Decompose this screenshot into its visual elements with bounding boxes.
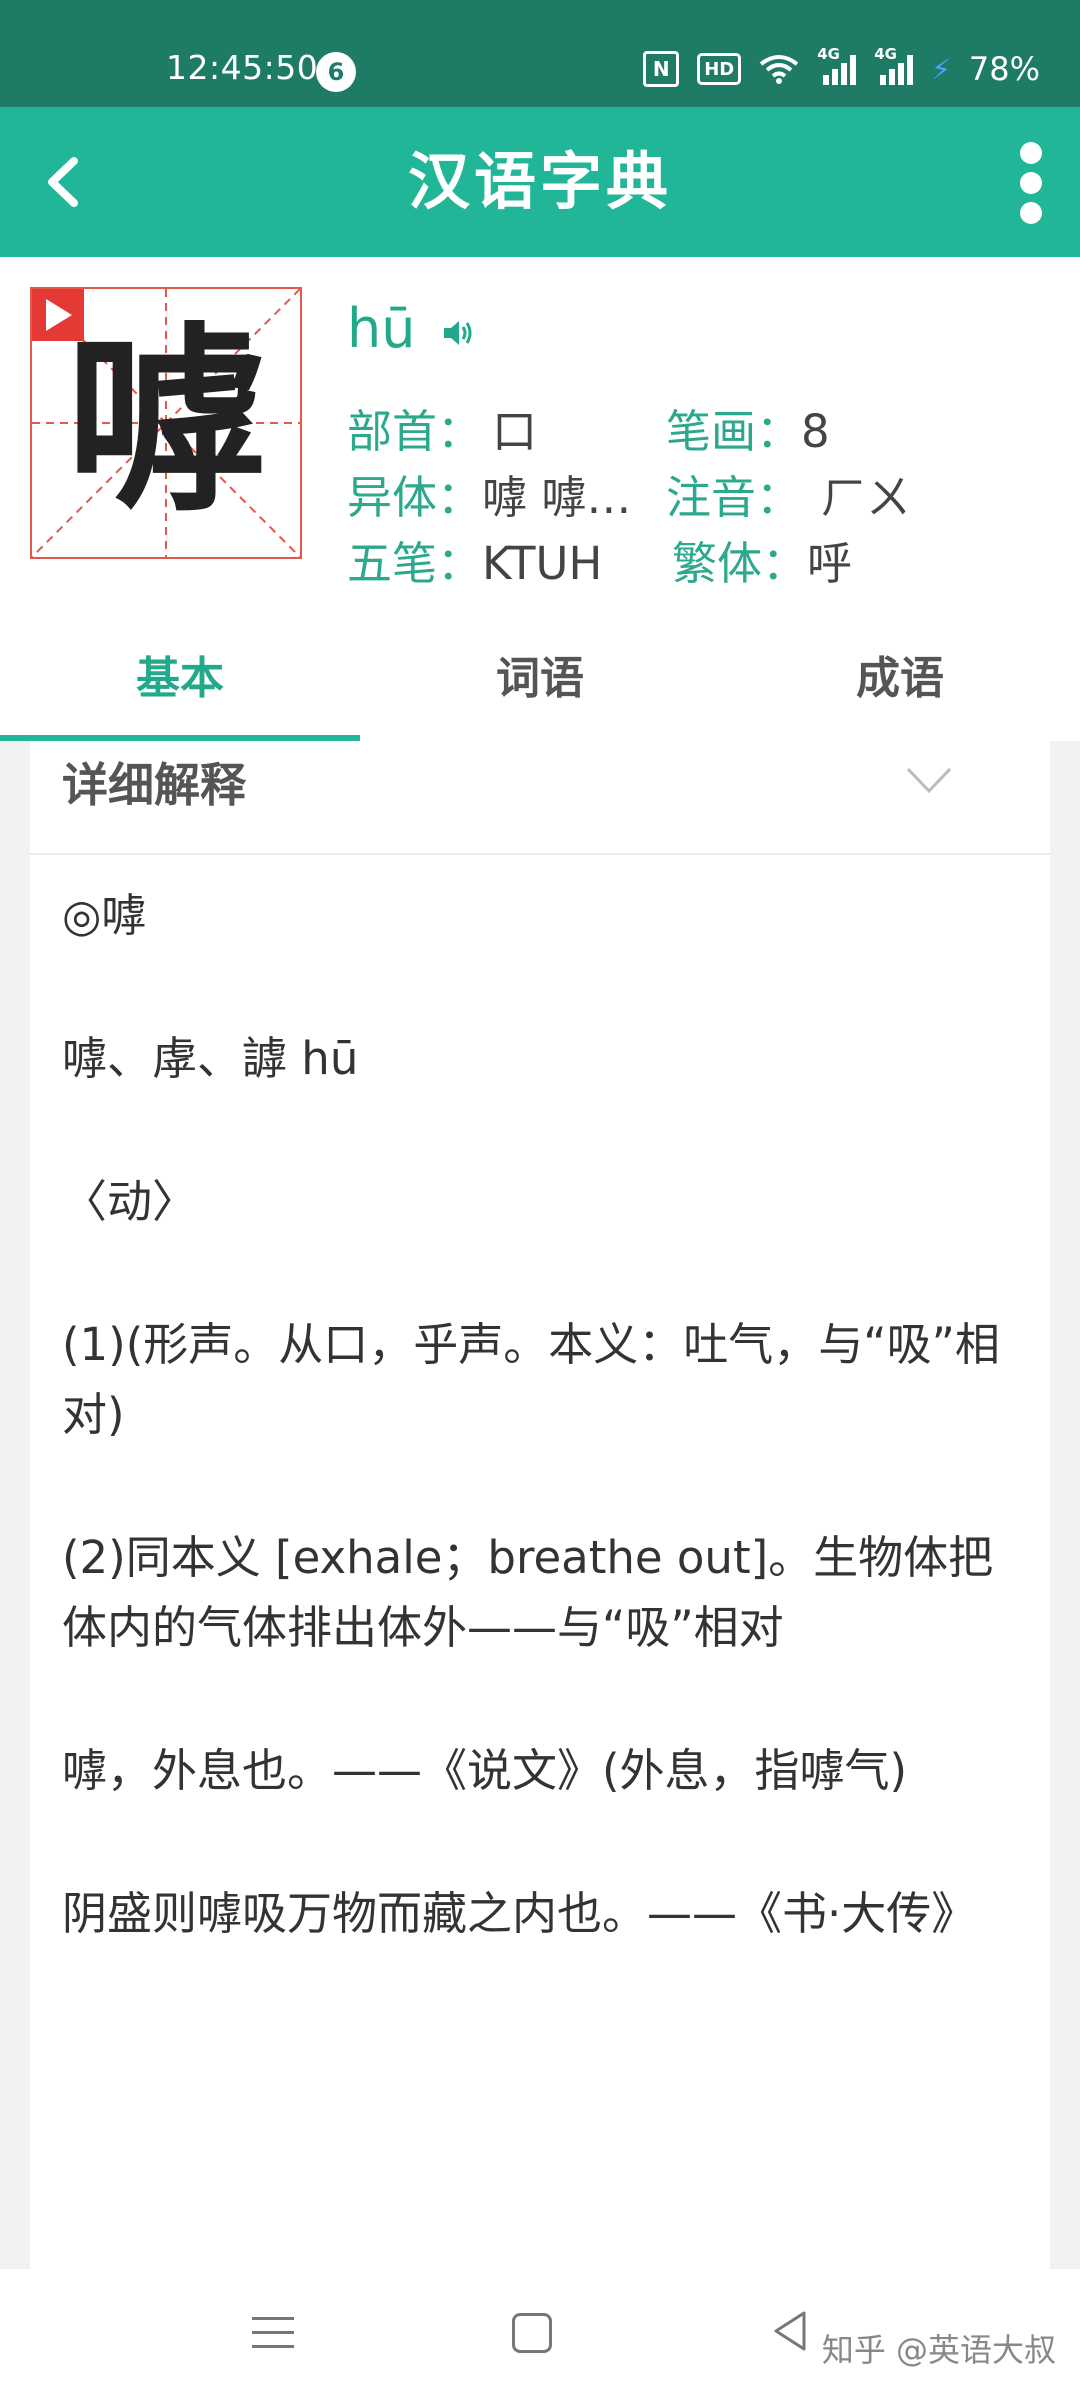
notification-badge: 6 xyxy=(316,52,356,92)
wubi-label: 五笔： xyxy=(347,537,483,590)
definition-item: 嘑，外息也。——《说文》(外息，指嘑气) xyxy=(62,1744,908,1797)
info-row-wubi: 五笔：KTUH 繁体：呼 xyxy=(347,527,852,592)
tab-basic[interactable]: 基本 xyxy=(0,617,360,741)
play-icon xyxy=(46,299,72,331)
signal-sim1-icon: 4G xyxy=(817,45,857,85)
play-stroke-animation-button[interactable] xyxy=(32,289,84,341)
tab-idioms[interactable]: 成语 xyxy=(720,617,1080,741)
zhuyin-label: 注音： xyxy=(666,471,802,524)
variant-value[interactable]: 嘑 嘑… xyxy=(482,461,666,526)
speaker-icon xyxy=(444,321,472,345)
section-header[interactable]: 详细解释 xyxy=(30,741,1050,855)
wifi-icon xyxy=(759,54,799,84)
app-bar: 汉语字典 xyxy=(0,107,1080,257)
pronounce-button[interactable] xyxy=(440,315,476,351)
radical-label: 部首： xyxy=(347,405,483,458)
definition-item: (1)(形声。从口，乎声。本义：吐气，与“吸”相对) xyxy=(62,1318,1000,1441)
signal-sim2-icon: 4G xyxy=(874,45,914,85)
character-header: 嘑 hū 部首：口 笔画：8 异体：嘑 嘑… 注音： ㄏㄨ 五笔：KTUH 繁体：呼 xyxy=(0,257,1080,617)
charging-icon: ⚡ xyxy=(931,52,951,86)
wubi-value: KTUH xyxy=(482,537,603,590)
more-vertical-icon xyxy=(1020,142,1042,164)
definition-item: (2)同本义 [exhale；breathe out]。生物体把体内的气体排出体… xyxy=(62,1531,994,1654)
info-row-radical: 部首：口 笔画：8 xyxy=(347,395,830,460)
more-options-button[interactable] xyxy=(1000,132,1060,232)
definition-item: 嘑、虖、謼 hū xyxy=(62,1032,359,1085)
definition-item: 〈动〉 xyxy=(62,1175,198,1228)
character-grid-box[interactable]: 嘑 xyxy=(30,287,302,559)
sim1-network-type: 4G xyxy=(817,45,840,63)
pinyin: hū xyxy=(347,297,416,360)
section-title: 详细解释 xyxy=(62,758,246,812)
strokes-label: 笔画： xyxy=(666,405,802,458)
status-bar: 12:45:50 6 N HD 4G 4G ⚡ 78% xyxy=(0,0,1080,107)
definition-card: 详细解释 ◎嘑 嘑、虖、謼 hū 〈动〉 (1)(形声。从口，乎声。本义：吐气，… xyxy=(30,741,1050,2269)
watermark: 知乎 @英语大叔 xyxy=(821,2331,1056,2369)
radical-value: 口 xyxy=(492,405,538,458)
nfc-icon: N xyxy=(643,51,680,87)
tab-words[interactable]: 词语 xyxy=(360,617,720,741)
back-button[interactable] xyxy=(30,147,100,217)
zhuyin-value: ㄏㄨ xyxy=(821,471,912,524)
back-triangle-icon[interactable] xyxy=(770,2309,810,2353)
page-title: 汉语字典 xyxy=(407,145,672,218)
tab-bar: 基本 词语 成语 xyxy=(0,617,1080,741)
battery-level: 78% xyxy=(968,50,1040,88)
chevron-left-icon xyxy=(48,157,78,207)
chevron-down-icon[interactable] xyxy=(904,763,954,799)
strokes-value: 8 xyxy=(801,405,830,458)
definition-item: ◎嘑 xyxy=(62,889,147,942)
sim2-network-type: 4G xyxy=(874,45,897,63)
hd-voice-icon: HD xyxy=(697,53,742,85)
home-icon[interactable] xyxy=(512,2313,552,2353)
info-row-variant: 异体：嘑 嘑… 注音： ㄏㄨ xyxy=(347,461,911,526)
traditional-label: 繁体： xyxy=(672,537,808,590)
traditional-value[interactable]: 呼 xyxy=(807,537,852,590)
status-icons: N HD 4G 4G ⚡ 78% xyxy=(643,45,1040,88)
definition-item: 阴盛则嘑吸万物而藏之内也。——《书·大传》 xyxy=(62,1887,977,1940)
variant-label: 异体： xyxy=(347,471,483,524)
menu-icon[interactable] xyxy=(252,2313,294,2353)
definitions-list: ◎嘑 嘑、虖、謼 hū 〈动〉 (1)(形声。从口，乎声。本义：吐气，与“吸”相… xyxy=(62,881,1032,2022)
system-nav-bar: 知乎 @英语大叔 xyxy=(0,2269,1080,2400)
status-time: 12:45:50 xyxy=(166,48,319,87)
